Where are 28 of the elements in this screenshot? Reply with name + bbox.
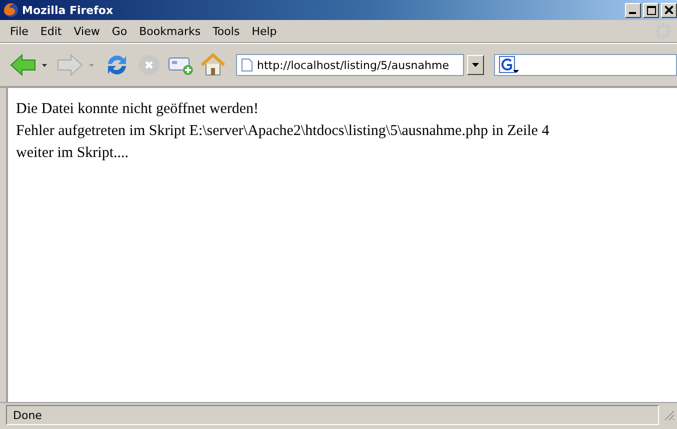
minimize-button[interactable] <box>625 2 641 18</box>
menu-item[interactable]: Tools <box>208 24 248 38</box>
window-title: Mozilla Firefox <box>22 4 114 16</box>
page-icon <box>241 58 253 72</box>
dropdown-button[interactable] <box>467 55 484 75</box>
menu-item[interactable]: View <box>70 24 108 38</box>
menu-item[interactable]: Help <box>248 24 285 38</box>
close-button[interactable] <box>661 2 677 18</box>
search-engine-icon <box>499 56 519 74</box>
menu-item[interactable]: Go <box>108 24 136 38</box>
caret-icon <box>472 63 479 67</box>
back-arrow-icon[interactable] <box>10 53 36 77</box>
firefox-icon <box>3 2 19 18</box>
address-field[interactable]: http://localhost/listing/5/ausnahme <box>236 54 464 76</box>
page-text-line: Fehler aufgetreten im Skript E:\server\Apache2\htdocs\listing\5\ausnahme.php in Zeile 4 <box>16 122 550 141</box>
menu-item[interactable]: Edit <box>36 24 70 38</box>
maximize-button[interactable] <box>643 2 659 18</box>
status-text: Done <box>6 405 659 425</box>
search-field[interactable] <box>494 54 677 76</box>
menu-item[interactable]: Bookmarks <box>135 24 209 38</box>
caret-icon[interactable] <box>42 64 47 66</box>
page-text-line: Die Datei konnte nicht geöffnet werden! <box>16 100 260 119</box>
resize-grip-icon[interactable] <box>663 409 675 421</box>
page-text-line: weiter im Skript.... <box>16 144 130 163</box>
home-icon[interactable] <box>200 53 226 77</box>
close-icon <box>665 6 673 14</box>
menu-item[interactable]: File <box>6 24 36 38</box>
maximize-icon <box>646 6 656 14</box>
